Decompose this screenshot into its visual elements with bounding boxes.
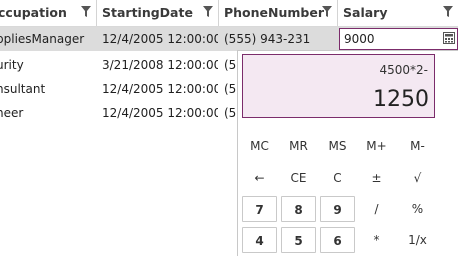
key-divide[interactable]: /: [359, 196, 394, 222]
key-percent[interactable]: %: [400, 196, 435, 222]
key-clear-entry[interactable]: CE: [281, 165, 316, 191]
key-4[interactable]: 4: [242, 227, 277, 253]
key-memory-add[interactable]: M+: [359, 133, 394, 159]
key-9[interactable]: 9: [320, 196, 355, 222]
cell-starting-date[interactable]: 12/4/2005 12:00:00 A: [98, 101, 218, 125]
column-header-label: StartingDate: [102, 5, 193, 20]
column-header-phonenumber[interactable]: PhoneNumber: [219, 0, 338, 26]
calculator-expression: 4500*2-: [379, 63, 428, 77]
cell-occupation[interactable]: ppliesManager: [0, 27, 96, 51]
column-header-startingdate[interactable]: StartingDate: [97, 0, 219, 26]
cell-starting-date[interactable]: 3/21/2008 12:00:00 A: [98, 53, 218, 77]
cell-starting-date[interactable]: 12/4/2005 12:00:00 A: [98, 27, 218, 51]
key-6[interactable]: 6: [320, 227, 355, 253]
key-8[interactable]: 8: [281, 196, 316, 222]
filter-icon[interactable]: [322, 6, 332, 18]
column-header-label: ccupation: [0, 5, 67, 20]
grid-header: ccupation StartingDate PhoneNumber Salar…: [0, 0, 458, 27]
cell-phone-number[interactable]: (555) 943-231: [220, 27, 336, 51]
calculator-popup: 4500*2- 1250 MC MR MS M+ M- ← CE C ± √ 7…: [237, 50, 458, 256]
column-header-occupation[interactable]: ccupation: [0, 0, 97, 26]
salary-input[interactable]: 9000: [344, 32, 375, 46]
key-5[interactable]: 5: [281, 227, 316, 253]
key-multiply[interactable]: *: [359, 227, 394, 253]
calculator-icon[interactable]: [443, 32, 455, 44]
calculator-result: 1250: [373, 87, 429, 112]
cell-starting-date[interactable]: 12/4/2005 12:00:00 A: [98, 77, 218, 101]
column-header-label: Salary: [343, 5, 388, 20]
key-memory-recall[interactable]: MR: [281, 133, 316, 159]
column-header-salary[interactable]: Salary: [338, 0, 458, 26]
key-backspace[interactable]: ←: [242, 165, 277, 191]
filter-icon[interactable]: [81, 6, 91, 18]
filter-icon[interactable]: [443, 6, 453, 18]
cell-occupation[interactable]: urity: [0, 53, 96, 77]
key-negate[interactable]: ±: [359, 165, 394, 191]
key-square-root[interactable]: √: [400, 165, 435, 191]
column-header-label: PhoneNumber: [224, 5, 324, 20]
cell-occupation[interactable]: nsultant: [0, 77, 96, 101]
key-memory-subtract[interactable]: M-: [400, 133, 435, 159]
calculator-display: 4500*2- 1250: [242, 54, 435, 118]
key-memory-clear[interactable]: MC: [242, 133, 277, 159]
cell-occupation[interactable]: neer: [0, 101, 96, 125]
key-7[interactable]: 7: [242, 196, 277, 222]
key-clear[interactable]: C: [320, 165, 355, 191]
filter-icon[interactable]: [203, 6, 213, 18]
key-reciprocal[interactable]: 1/x: [400, 227, 435, 253]
salary-editor[interactable]: 9000: [339, 28, 458, 50]
key-memory-store[interactable]: MS: [320, 133, 355, 159]
